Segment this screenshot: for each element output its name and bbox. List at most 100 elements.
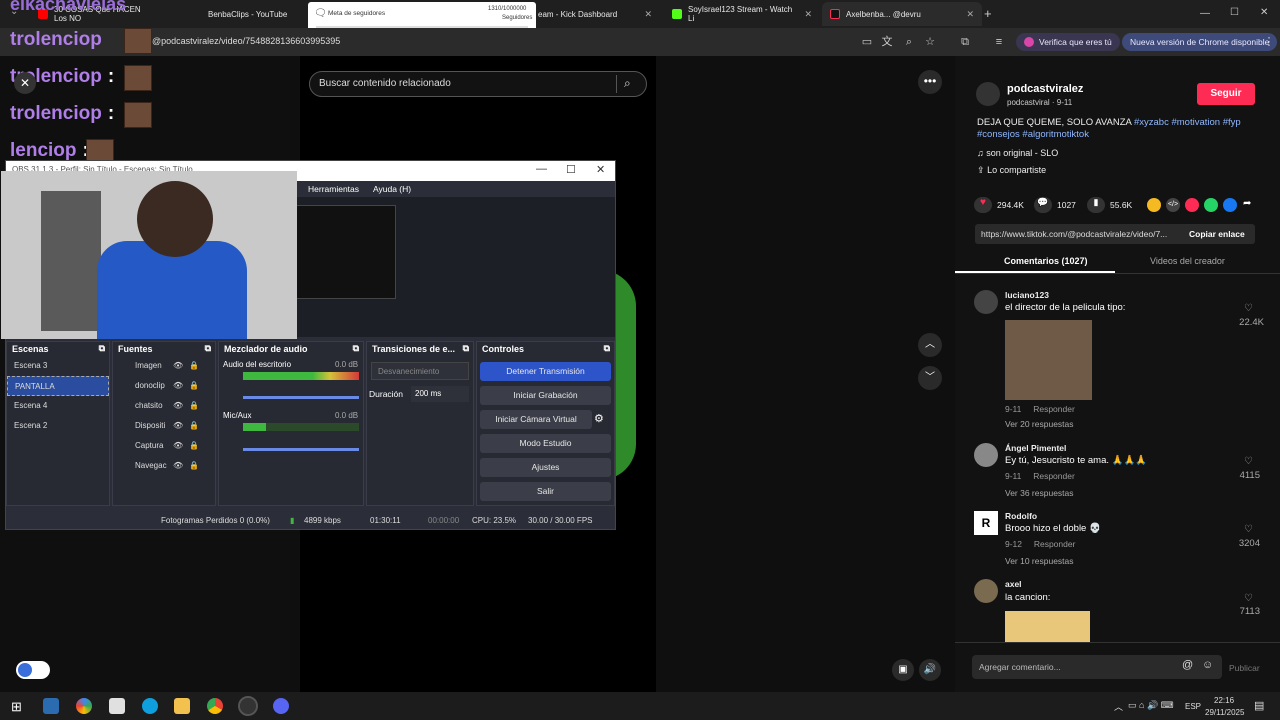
coin-icon[interactable] [1147,198,1161,212]
menu-tools[interactable]: Herramientas [308,184,359,194]
gear-icon[interactable]: ⚙ [594,412,604,425]
comment-input[interactable]: Agregar comentario... @ ☺ [972,655,1222,679]
extensions-icon[interactable]: ⧉ [958,35,972,49]
mention-icon[interactable]: @ [1182,659,1193,671]
new-tab-button[interactable]: + [984,6,992,21]
miniplayer-icon[interactable]: ▣ [892,659,914,681]
scene-item[interactable]: Escena 4 [7,396,109,416]
send-icon[interactable] [1185,198,1199,212]
dock-icon[interactable]: ⧉ [463,343,469,354]
visibility-icon[interactable]: 👁 [173,376,183,396]
more-share-icon[interactable]: ➦ [1243,198,1251,209]
visibility-icon[interactable]: 👁 [173,396,183,416]
start-recording-button[interactable]: Iniciar Grabación [480,386,611,405]
explorer-app-icon[interactable] [43,698,59,714]
reply-button[interactable]: Responder [1033,404,1075,414]
comment-image[interactable] [1005,320,1092,400]
discord-icon[interactable] [273,698,289,714]
heart-icon[interactable]: ♡ [1244,593,1253,604]
clock-time[interactable]: 22:16 [1214,696,1234,705]
close-video-button[interactable]: ✕ [14,72,36,94]
next-video-button[interactable]: ﹀ [918,366,942,390]
lock-icon[interactable]: 🔒 [189,436,199,456]
obs-minimize-button[interactable]: — [536,163,547,175]
whatsapp-icon[interactable] [1204,198,1218,212]
view-replies[interactable]: Ver 36 respuestas [1005,488,1074,498]
start-virtual-cam-button[interactable]: Iniciar Cámara Virtual [480,410,592,429]
close-icon[interactable]: ✕ [966,9,974,20]
tab-active[interactable]: Axelbenba... @devru ✕ [822,2,982,26]
menu-icon[interactable]: ⋮ [1262,35,1276,49]
copy-link-button[interactable]: Copiar enlace [1189,229,1245,239]
tab-comments[interactable]: Comentarios (1027) [1004,256,1088,266]
close-icon[interactable]: ✕ [644,9,652,20]
language-indicator[interactable]: ESP [1185,702,1201,711]
reply-button[interactable]: Responder [1034,539,1076,549]
lock-icon[interactable]: 🔒 [189,456,199,476]
volume-slider[interactable] [243,396,359,399]
avatar[interactable]: R [974,511,998,535]
close-window-button[interactable]: ✕ [1260,7,1268,18]
lock-icon[interactable]: 🔒 [189,356,199,376]
exit-button[interactable]: Salir [480,482,611,501]
cast-icon[interactable]: ▭ [860,35,874,49]
folder-icon[interactable] [174,698,190,714]
scene-item[interactable]: Escena 3 [7,356,109,376]
visibility-icon[interactable]: 👁 [173,456,183,476]
search-icon[interactable]: ⌕ [624,76,631,91]
source-item[interactable]: Navegac 👁 🔒 [113,456,215,476]
tab-4[interactable]: SoyIsrael123 Stream - Watch Li ✕ [664,2,820,26]
prev-video-button[interactable]: ︿ [918,333,942,357]
settings-button[interactable]: Ajustes [480,458,611,477]
facebook-icon[interactable] [1223,198,1237,212]
heart-icon[interactable]: ♡ [1244,456,1253,467]
verify-button[interactable]: Verifica que eres tú [1016,33,1120,51]
follow-button[interactable]: Seguir [1197,83,1255,105]
tray-chevron-icon[interactable]: ︿ [1114,700,1123,713]
maximize-button[interactable]: ☐ [1230,7,1239,18]
bookmark-icon[interactable]: ▮ [1087,197,1105,213]
lock-icon[interactable]: 🔒 [189,416,199,436]
url-text[interactable]: @podcastviralez/video/754882813660399539… [152,36,340,46]
visibility-icon[interactable]: 👁 [173,416,183,436]
visibility-icon[interactable]: 👁 [173,436,183,456]
windows-start-icon[interactable]: ⊞ [11,699,22,715]
studio-mode-button[interactable]: Modo Estudio [480,434,611,453]
source-item[interactable]: chatsito 👁 🔒 [113,396,215,416]
lock-icon[interactable]: 🔒 [189,376,199,396]
comment-user[interactable]: axel [1005,579,1022,589]
reading-list-icon[interactable]: ≡ [992,35,1006,49]
comment-image[interactable] [1005,611,1090,642]
more-options-button[interactable]: ••• [918,70,942,94]
store-icon[interactable] [109,698,125,714]
creator-name[interactable]: podcastviralez [1007,83,1083,95]
obs-close-button[interactable]: ✕ [596,163,605,176]
transition-select[interactable]: Desvanecimiento [371,362,469,380]
avatar[interactable] [974,290,998,314]
zoom-icon[interactable]: ⌕ [902,35,916,49]
notifications-icon[interactable]: ▤ [1254,699,1264,712]
tab-2[interactable]: BenbaClips - YouTube [200,2,300,26]
reply-button[interactable]: Responder [1033,471,1075,481]
comment-user[interactable]: luciano123 [1005,290,1049,300]
visibility-icon[interactable]: 👁 [173,356,183,376]
menu-help[interactable]: Ayuda (H) [373,184,411,194]
update-button[interactable]: Nueva versión de Chrome disponible [1122,33,1278,51]
creator-avatar[interactable] [976,82,1000,106]
duration-input[interactable]: 200 ms [411,386,469,402]
minimize-button[interactable]: — [1200,8,1210,19]
view-replies[interactable]: Ver 20 respuestas [1005,419,1074,429]
edge-icon[interactable] [142,698,158,714]
tray-icons[interactable]: ▭ ⌂ 🔊 ⌨ [1128,700,1174,711]
like-icon[interactable]: ♥ [974,197,992,213]
avatar[interactable] [974,443,998,467]
dock-icon[interactable]: ⧉ [99,343,105,354]
volume-slider[interactable] [243,448,359,451]
comment-user[interactable]: Ángel Pimentel [1005,443,1066,453]
tab-creator-videos[interactable]: Videos del creador [1150,256,1225,266]
publish-button[interactable]: Publicar [1229,663,1260,673]
scene-item-selected[interactable]: PANTALLA [7,376,109,396]
heart-icon[interactable]: ♡ [1244,524,1253,535]
obs-app-icon[interactable] [238,696,258,716]
comment-user[interactable]: Rodolfo [1005,511,1037,521]
